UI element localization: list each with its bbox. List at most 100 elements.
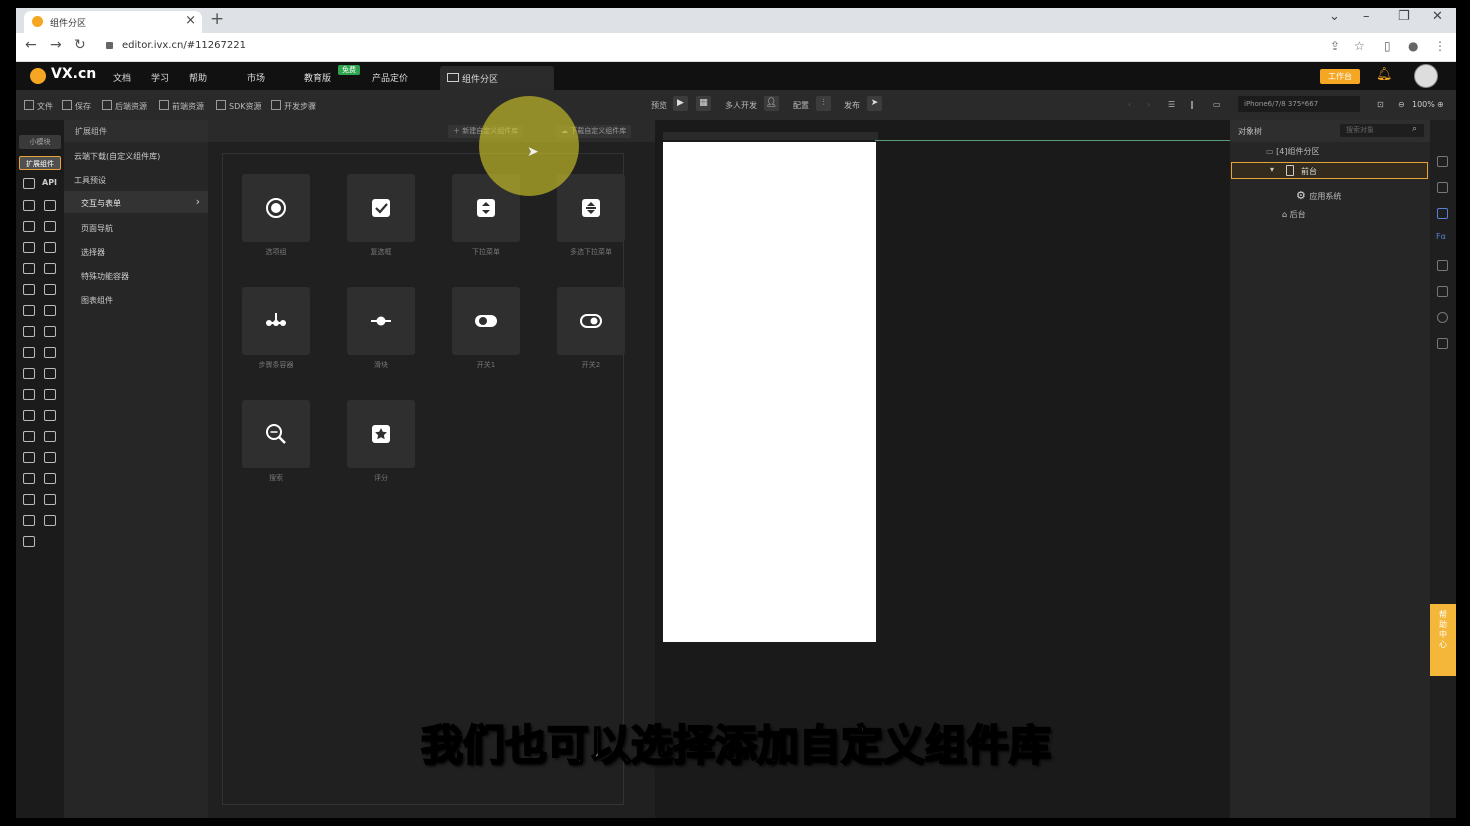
- browser-menu-icon[interactable]: ⋮: [1434, 39, 1446, 53]
- api-icon[interactable]: API: [42, 178, 57, 187]
- share-icon[interactable]: ⇪: [1330, 39, 1340, 53]
- component-card-stepper[interactable]: [242, 287, 310, 355]
- hourglass-icon[interactable]: [23, 494, 35, 505]
- device-selector[interactable]: iPhone6/7/8 375*667: [1238, 96, 1360, 112]
- menu-docs[interactable]: 文档: [113, 71, 131, 84]
- text-icon[interactable]: [23, 263, 35, 274]
- config-sliders-icon[interactable]: ⫶: [816, 96, 831, 111]
- multi-dev-icon[interactable]: 👤︎: [764, 96, 779, 111]
- app-logo-text[interactable]: VX.cn: [51, 66, 96, 82]
- layers-icon[interactable]: [1437, 338, 1448, 349]
- redo-icon[interactable]: ›: [1147, 100, 1150, 109]
- table-icon[interactable]: [23, 452, 35, 463]
- bracket-icon[interactable]: [23, 536, 35, 547]
- events-icon[interactable]: [1437, 182, 1448, 193]
- bookmark-icon[interactable]: [44, 494, 56, 505]
- edit-icon[interactable]: [23, 284, 35, 295]
- restore-icon[interactable]: ❐: [1398, 9, 1410, 24]
- component-card-switch-2[interactable]: [557, 287, 625, 355]
- category-selector[interactable]: 选择器: [81, 247, 105, 258]
- sdk-resources-button[interactable]: SDK资源: [216, 100, 261, 112]
- tree-node-backend[interactable]: ⌂ 后台: [1282, 209, 1306, 220]
- list-icon[interactable]: [1437, 286, 1448, 297]
- forward-icon[interactable]: →: [50, 37, 62, 53]
- reload-icon[interactable]: ↻: [74, 37, 86, 53]
- tree-node-root[interactable]: ▭ [4]组件分区: [1266, 146, 1319, 157]
- workbench-button[interactable]: 工作台: [1320, 69, 1360, 84]
- url-field[interactable]: editor.ivx.cn/#11267221: [122, 40, 246, 51]
- tab-small-modules[interactable]: 小模块: [19, 135, 61, 149]
- minimize-icon[interactable]: –: [1363, 9, 1370, 24]
- frontend-resources-button[interactable]: 前端资源: [159, 100, 204, 112]
- layout-icon[interactable]: [23, 200, 35, 211]
- category-interaction-forms[interactable]: 交互与表单 ›: [64, 191, 208, 213]
- media-icon[interactable]: [23, 389, 35, 400]
- divider-icon[interactable]: [44, 410, 56, 421]
- video-icon[interactable]: [44, 305, 56, 316]
- distribute-icon[interactable]: ‖: [1190, 100, 1194, 109]
- cube-icon[interactable]: [23, 178, 35, 189]
- component-card-switch-1[interactable]: [452, 287, 520, 355]
- browser-tab[interactable]: 组件分区 ×: [24, 11, 202, 33]
- globe-icon[interactable]: [44, 515, 56, 526]
- category-tool-presets[interactable]: 工具预设: [74, 175, 106, 186]
- component-card-slider[interactable]: [347, 287, 415, 355]
- save-button[interactable]: 保存: [62, 100, 91, 112]
- component-card-search[interactable]: [242, 400, 310, 468]
- panel-icon[interactable]: [23, 368, 35, 379]
- component-card-radio-group[interactable]: [242, 174, 310, 242]
- profile-icon[interactable]: ●: [1408, 39, 1418, 53]
- translate-icon[interactable]: [44, 263, 56, 274]
- tree-node-frontend[interactable]: ▾ 前台: [1231, 162, 1428, 179]
- back-icon[interactable]: ←: [25, 37, 37, 53]
- image-icon[interactable]: [44, 242, 56, 253]
- dev-steps-button[interactable]: 开发步骤: [271, 100, 316, 112]
- page-icon[interactable]: [44, 221, 56, 232]
- search-icon[interactable]: ⌕: [1412, 124, 1417, 134]
- component-card-checkbox[interactable]: [347, 174, 415, 242]
- shield-icon[interactable]: [1437, 208, 1448, 219]
- new-tab-icon[interactable]: +: [210, 9, 224, 29]
- editor-tab[interactable]: 组件分区: [440, 66, 554, 90]
- help-center-button[interactable]: 帮助中心: [1430, 604, 1456, 676]
- play-icon[interactable]: ▶: [673, 96, 688, 111]
- zoom-out-icon[interactable]: ⊖: [1398, 100, 1405, 109]
- undo-icon[interactable]: ‹: [1128, 100, 1131, 109]
- sitemap-icon[interactable]: [23, 515, 35, 526]
- bell-icon[interactable]: 🔔︎: [1376, 67, 1393, 82]
- backend-resources-button[interactable]: 后端资源: [102, 100, 147, 112]
- settings-icon[interactable]: [23, 221, 35, 232]
- component-card-rating[interactable]: [347, 400, 415, 468]
- device-monitor-icon[interactable]: ▭: [1213, 100, 1221, 109]
- music-icon[interactable]: [23, 305, 35, 316]
- menu-help[interactable]: 帮助: [189, 71, 207, 84]
- timer-icon[interactable]: [44, 473, 56, 484]
- menu-market[interactable]: 市场: [247, 71, 265, 84]
- menu-education[interactable]: 教育版: [304, 71, 331, 84]
- tree-node-app-system[interactable]: ⚙ 应用系统: [1296, 189, 1341, 202]
- category-special-containers[interactable]: 特殊功能容器: [81, 271, 129, 282]
- bookmark-star-icon[interactable]: ☆: [1354, 39, 1365, 53]
- function-icon[interactable]: Fα: [1436, 232, 1446, 241]
- counter-icon[interactable]: [44, 389, 56, 400]
- calendar-icon[interactable]: [44, 326, 56, 337]
- component-card-multi-dropdown[interactable]: [557, 174, 625, 242]
- menu-learn[interactable]: 学习: [151, 71, 169, 84]
- input-icon[interactable]: [44, 284, 56, 295]
- list-icon[interactable]: [23, 326, 35, 337]
- fit-screen-icon[interactable]: ⊡: [1377, 100, 1384, 109]
- properties-icon[interactable]: [1437, 156, 1448, 167]
- category-cloud-download[interactable]: 云端下载(自定义组件库): [74, 151, 160, 162]
- doc-icon[interactable]: [23, 242, 35, 253]
- card-icon[interactable]: [44, 431, 56, 442]
- tree-icon[interactable]: [44, 452, 56, 463]
- share-icon[interactable]: [23, 473, 35, 484]
- menu-pricing[interactable]: 产品定价: [372, 71, 408, 84]
- close-window-icon[interactable]: ✕: [1432, 9, 1443, 24]
- tab-search-icon[interactable]: ⌄: [1329, 9, 1340, 24]
- publish-send-icon[interactable]: ➤: [867, 96, 882, 111]
- category-charts[interactable]: 图表组件: [81, 295, 113, 306]
- side-panel-icon[interactable]: ▯: [1384, 39, 1391, 53]
- align-icon[interactable]: ☰: [1168, 100, 1175, 109]
- qr-preview-icon[interactable]: ▦: [696, 96, 711, 111]
